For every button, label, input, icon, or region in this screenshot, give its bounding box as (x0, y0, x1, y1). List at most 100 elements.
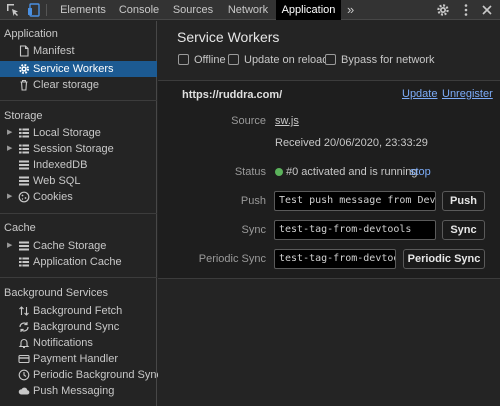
push-label: Push (240, 195, 266, 207)
sidebar-item-label: IndexedDB (33, 159, 88, 171)
sidebar-item-label: Push Messaging (33, 385, 115, 397)
push-button[interactable]: Push (442, 191, 485, 211)
expand-arrow-icon[interactable]: ▶ (7, 238, 15, 254)
sync-icon (19, 322, 29, 332)
sidebar-divider (0, 277, 157, 278)
cloud-icon (18, 387, 30, 395)
more-options-icon[interactable] (459, 3, 473, 17)
sidebar-item-label: Service Workers (33, 63, 114, 75)
status-text: #0 activated and is running (286, 166, 418, 178)
sidebar-item-periodic-background-sync[interactable]: Periodic Background Sync (0, 367, 162, 383)
sidebar-item-cookies[interactable]: ▶ Cookies (0, 189, 157, 205)
update-on-reload-checkbox[interactable] (228, 54, 239, 65)
expand-arrow-icon[interactable]: ▶ (7, 125, 15, 141)
bypass-for-network-label: Bypass for network (341, 54, 435, 66)
sidebar-item-clear-storage[interactable]: Clear storage (0, 77, 157, 93)
sidebar-item-label: Notifications (33, 337, 93, 349)
sidebar-item-service-workers[interactable]: Service Workers (0, 61, 157, 77)
settings-gear-icon[interactable] (436, 3, 450, 17)
document-icon (19, 45, 29, 57)
expand-arrow-icon[interactable]: ▶ (7, 141, 15, 157)
sidebar-item-session-storage[interactable]: ▶ Session Storage (0, 141, 157, 157)
worker-origin: https://ruddra.com/ (182, 89, 283, 101)
offline-checkbox[interactable] (178, 54, 189, 65)
update-on-reload-label: Update on reload (244, 54, 329, 66)
update-link[interactable]: Update (402, 88, 437, 100)
credit-card-icon (18, 354, 30, 364)
clock-icon (18, 369, 30, 381)
sidebar-item-cache-storage[interactable]: ▶ Cache Storage (0, 238, 157, 254)
periodic-sync-label: Periodic Sync (198, 253, 266, 265)
storage-grid-icon (19, 144, 29, 154)
stop-link[interactable]: stop (410, 166, 431, 178)
push-message-input[interactable]: Test push message from DevTools. (274, 191, 436, 211)
sidebar-item-label: Cache Storage (33, 240, 107, 252)
sidebar-item-label: Web SQL (33, 175, 81, 187)
sidebar-item-web-sql[interactable]: Web SQL (0, 173, 157, 189)
section-title-cache: Cache (4, 222, 36, 234)
sidebar-divider (0, 100, 157, 101)
unregister-link[interactable]: Unregister (442, 88, 493, 100)
offline-label: Offline (194, 54, 226, 66)
sidebar-item-push-messaging[interactable]: Push Messaging (0, 383, 157, 399)
gear-icon (19, 64, 29, 74)
sidebar-item-label: Application Cache (33, 256, 122, 268)
status-label: Status (234, 166, 266, 178)
up-down-arrows-icon (19, 306, 29, 316)
bypass-for-network-checkbox[interactable] (325, 54, 336, 65)
inspect-element-icon[interactable] (6, 3, 20, 17)
sidebar-item-label: Cookies (33, 191, 73, 203)
section-divider (158, 278, 500, 279)
sync-label: Sync (241, 224, 266, 236)
sidebar-item-manifest[interactable]: Manifest (0, 43, 157, 59)
toolbar-separator (46, 4, 47, 16)
received-timestamp: Received 20/06/2020, 23:33:29 (275, 137, 428, 149)
more-tabs-button[interactable]: » (347, 0, 354, 20)
devtools-tab-bar: Elements Console Sources Network Applica… (0, 0, 500, 20)
tab-application[interactable]: Application (276, 0, 341, 20)
bell-icon (18, 339, 30, 349)
sidebar-item-application-cache[interactable]: Application Cache (0, 254, 157, 270)
sidebar-item-label: Local Storage (33, 127, 101, 139)
section-title-storage: Storage (4, 110, 43, 122)
database-icon (19, 176, 29, 186)
sidebar-item-label: Manifest (33, 45, 75, 57)
sidebar-item-notifications[interactable]: Notifications (0, 335, 157, 351)
periodic-sync-tag-input[interactable]: test-tag-from-devtools (274, 249, 396, 269)
tab-sources[interactable]: Sources (165, 0, 221, 20)
page-title: Service Workers (177, 29, 280, 45)
sidebar-item-background-fetch[interactable]: Background Fetch (0, 303, 157, 319)
sidebar-item-label: Session Storage (33, 143, 114, 155)
tab-console[interactable]: Console (114, 0, 164, 20)
sidebar-item-payment-handler[interactable]: Payment Handler (0, 351, 157, 367)
application-sidebar: Application Manifest Service Workers Cle… (0, 21, 162, 406)
source-file-link[interactable]: sw.js (275, 115, 299, 127)
sidebar-item-label: Background Fetch (33, 305, 123, 317)
cookie-icon (18, 191, 30, 203)
sidebar-item-label: Periodic Background Sync (33, 369, 163, 381)
periodic-sync-button[interactable]: Periodic Sync (403, 249, 485, 269)
close-icon[interactable] (480, 3, 494, 17)
sync-button[interactable]: Sync (442, 220, 485, 240)
storage-grid-icon (19, 128, 29, 138)
sidebar-divider (0, 213, 157, 214)
tab-network[interactable]: Network (222, 0, 274, 20)
section-title-application: Application (4, 28, 58, 40)
storage-grid-icon (19, 257, 29, 267)
tab-elements[interactable]: Elements (52, 0, 114, 20)
status-indicator-dot (275, 168, 283, 176)
expand-arrow-icon[interactable]: ▶ (7, 189, 15, 205)
database-icon (19, 241, 29, 251)
sync-tag-input[interactable]: test-tag-from-devtools (274, 220, 436, 240)
sidebar-item-background-sync[interactable]: Background Sync (0, 319, 157, 335)
device-toolbar-icon[interactable] (27, 3, 41, 17)
sidebar-item-label: Clear storage (33, 79, 100, 91)
sidebar-item-label: Payment Handler (33, 353, 118, 365)
database-icon (19, 160, 29, 170)
section-title-background-services: Background Services (4, 287, 108, 299)
sidebar-item-label: Background Sync (33, 321, 120, 333)
service-workers-pane: Service Workers Offline Update on reload… (158, 21, 500, 406)
sidebar-item-indexeddb[interactable]: IndexedDB (0, 157, 157, 173)
sidebar-item-local-storage[interactable]: ▶ Local Storage (0, 125, 157, 141)
trash-icon (20, 79, 28, 91)
